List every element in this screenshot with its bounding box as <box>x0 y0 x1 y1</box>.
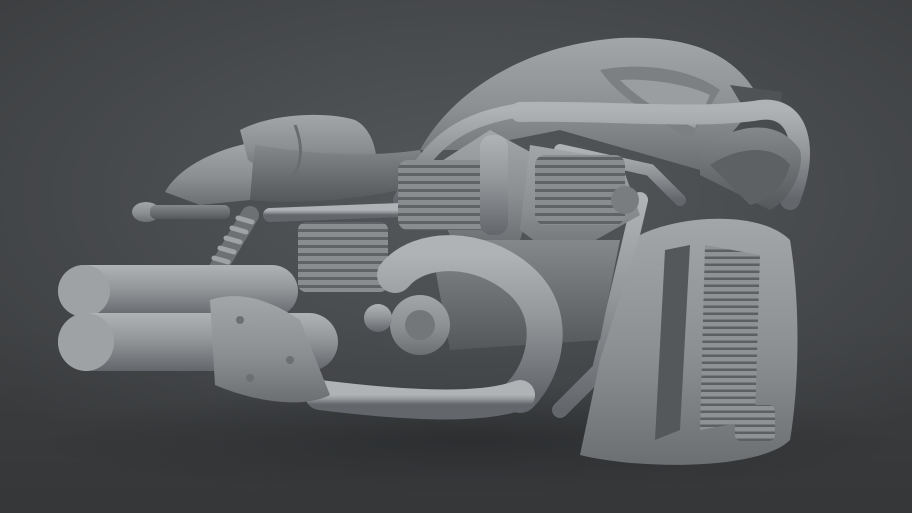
exhaust-mufflers <box>58 265 338 403</box>
seat-tail <box>165 114 430 205</box>
motorcycle-render <box>40 37 900 495</box>
rear-footpeg <box>132 202 230 222</box>
render-viewport <box>0 0 912 513</box>
